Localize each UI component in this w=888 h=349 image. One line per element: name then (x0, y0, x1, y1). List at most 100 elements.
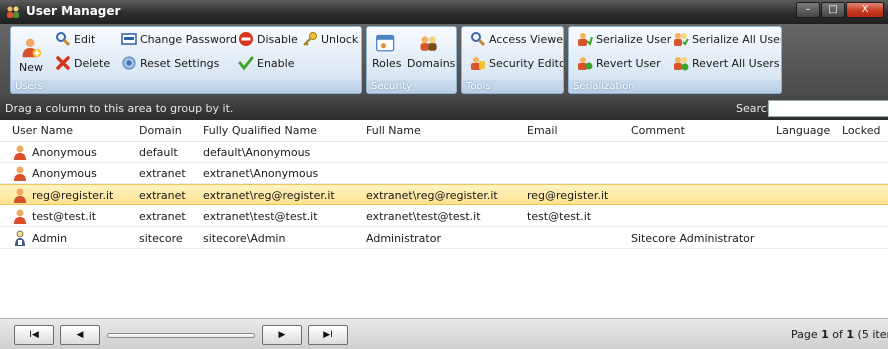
disable-label: Disable (257, 32, 298, 46)
domains-label: Domains (407, 57, 456, 70)
title-bar: User Manager – □ X (0, 0, 888, 24)
cell-fqn: sitecore\Admin (203, 232, 286, 245)
first-page-button[interactable]: I◀ (14, 325, 54, 345)
minimize-button[interactable]: – (796, 2, 820, 18)
access-viewer-icon (471, 32, 486, 47)
serialization-group: Serialize User Serialize All Users Rever… (568, 26, 782, 94)
cell-user-name: Admin (32, 232, 68, 245)
last-page-button[interactable]: ▶I (308, 325, 348, 345)
admin-icon (15, 230, 25, 246)
delete-label: Delete (74, 56, 111, 70)
column-header-locked[interactable]: Locked (842, 124, 880, 137)
next-page-button[interactable]: ▶ (262, 325, 302, 345)
column-header-user-name[interactable]: User Name (12, 124, 73, 137)
revert-user-icon (578, 57, 593, 70)
domains-icon (420, 36, 437, 51)
cell-email: reg@register.it (527, 189, 609, 202)
column-header-domain[interactable]: Domain (139, 124, 182, 137)
revert-all-users-label: Revert All Users (692, 56, 780, 70)
page-slider[interactable] (107, 333, 255, 338)
unlock-button[interactable]: Unlock (302, 31, 358, 47)
new-user-button[interactable]: New (17, 37, 45, 74)
roles-button[interactable]: Roles (372, 33, 401, 70)
table-row[interactable]: Admin sitecore sitecore\Admin Administra… (0, 228, 888, 249)
cell-full-name: extranet\reg@register.it (366, 189, 498, 202)
user-icon (14, 188, 26, 203)
group-by-bar[interactable]: Drag a column to this area to group by i… (0, 98, 888, 120)
table-row[interactable]: Anonymous extranet extranet\Anonymous (0, 163, 888, 184)
window-title: User Manager (26, 4, 121, 18)
disable-icon (239, 32, 253, 46)
disable-button[interactable]: Disable (238, 31, 298, 47)
edit-label: Edit (74, 32, 96, 46)
security-editor-button[interactable]: Security Editor (470, 55, 564, 71)
cell-fqn: extranet\reg@register.it (203, 189, 335, 202)
table-row[interactable]: test@test.it extranet extranet\test@test… (0, 206, 888, 227)
cell-domain: extranet (139, 189, 186, 202)
page-suffix: (5 items (857, 328, 888, 341)
access-viewer-label: Access Viewer (489, 32, 564, 46)
users-group-caption: Users (11, 80, 361, 93)
domains-button[interactable]: Domains (407, 33, 455, 70)
users-grid: User Name Domain Fully Qualified Name Fu… (0, 120, 888, 318)
cell-user-name: Anonymous (32, 167, 97, 180)
cell-domain: default (139, 146, 178, 159)
cell-domain: extranet (139, 167, 186, 180)
serialize-user-icon (578, 33, 593, 46)
column-header-row: User Name Domain Fully Qualified Name Fu… (0, 120, 888, 142)
access-viewer-button[interactable]: Access Viewer (470, 31, 564, 47)
user-icon (14, 145, 26, 160)
new-user-icon (22, 38, 42, 58)
ribbon: New Edit Delete Change Password Reset Se… (0, 24, 888, 98)
reset-settings-label: Reset Settings (140, 56, 220, 70)
column-header-language[interactable]: Language (776, 124, 830, 137)
unlock-label: Unlock (321, 32, 359, 46)
key-icon (303, 32, 317, 46)
column-header-email[interactable]: Email (527, 124, 558, 137)
enable-label: Enable (257, 56, 295, 70)
cell-user-name: Anonymous (32, 146, 97, 159)
cell-user-name: test@test.it (32, 210, 97, 223)
user-icon (14, 209, 26, 224)
table-row[interactable]: Anonymous default default\Anonymous (0, 142, 888, 163)
column-header-full-name[interactable]: Full Name (366, 124, 421, 137)
edit-button[interactable]: Edit (55, 31, 95, 47)
close-button[interactable]: X (846, 2, 884, 18)
cell-fqn: extranet\test@test.it (203, 210, 318, 223)
change-password-button[interactable]: Change Password (121, 31, 237, 47)
change-password-label: Change Password (140, 32, 237, 46)
cell-fqn: default\Anonymous (203, 146, 311, 159)
enable-button[interactable]: Enable (238, 55, 294, 71)
group-by-hint: Drag a column to this area to group by i… (5, 102, 234, 115)
reset-settings-button[interactable]: Reset Settings (121, 55, 219, 71)
previous-page-button[interactable]: ◀ (60, 325, 100, 345)
security-editor-icon (471, 57, 485, 70)
revert-all-users-button[interactable]: Revert All Users (673, 55, 779, 71)
maximize-button[interactable]: □ (821, 2, 845, 18)
reset-settings-icon (122, 56, 136, 70)
page-current: 1 (821, 328, 829, 341)
cell-full-name: extranet\test@test.it (366, 210, 481, 223)
table-row-selected[interactable]: reg@register.it extranet extranet\reg@re… (0, 184, 888, 205)
column-header-fqn[interactable]: Fully Qualified Name (203, 124, 317, 137)
new-user-label: New (19, 61, 43, 74)
serialization-group-caption: Serialization (569, 80, 781, 93)
checkmark-icon (238, 56, 254, 71)
serialize-all-users-button[interactable]: Serialize All Users (673, 31, 781, 47)
edit-icon (56, 32, 71, 47)
security-editor-label: Security Editor (489, 56, 564, 70)
delete-button[interactable]: Delete (55, 55, 110, 71)
cell-email: test@test.it (527, 210, 592, 223)
cell-comment: Sitecore Administrator (631, 232, 755, 245)
search-input[interactable] (768, 100, 888, 117)
users-group: New Edit Delete Change Password Reset Se… (10, 26, 362, 94)
serialize-all-users-icon (674, 33, 689, 46)
page-of: of (828, 328, 847, 341)
serialize-user-button[interactable]: Serialize User (577, 31, 671, 47)
revert-all-users-icon (674, 57, 689, 71)
revert-user-button[interactable]: Revert User (577, 55, 661, 71)
cell-full-name: Administrator (366, 232, 441, 245)
column-header-comment[interactable]: Comment (631, 124, 685, 137)
roles-icon (376, 34, 395, 52)
serialize-user-label: Serialize User (596, 32, 672, 46)
